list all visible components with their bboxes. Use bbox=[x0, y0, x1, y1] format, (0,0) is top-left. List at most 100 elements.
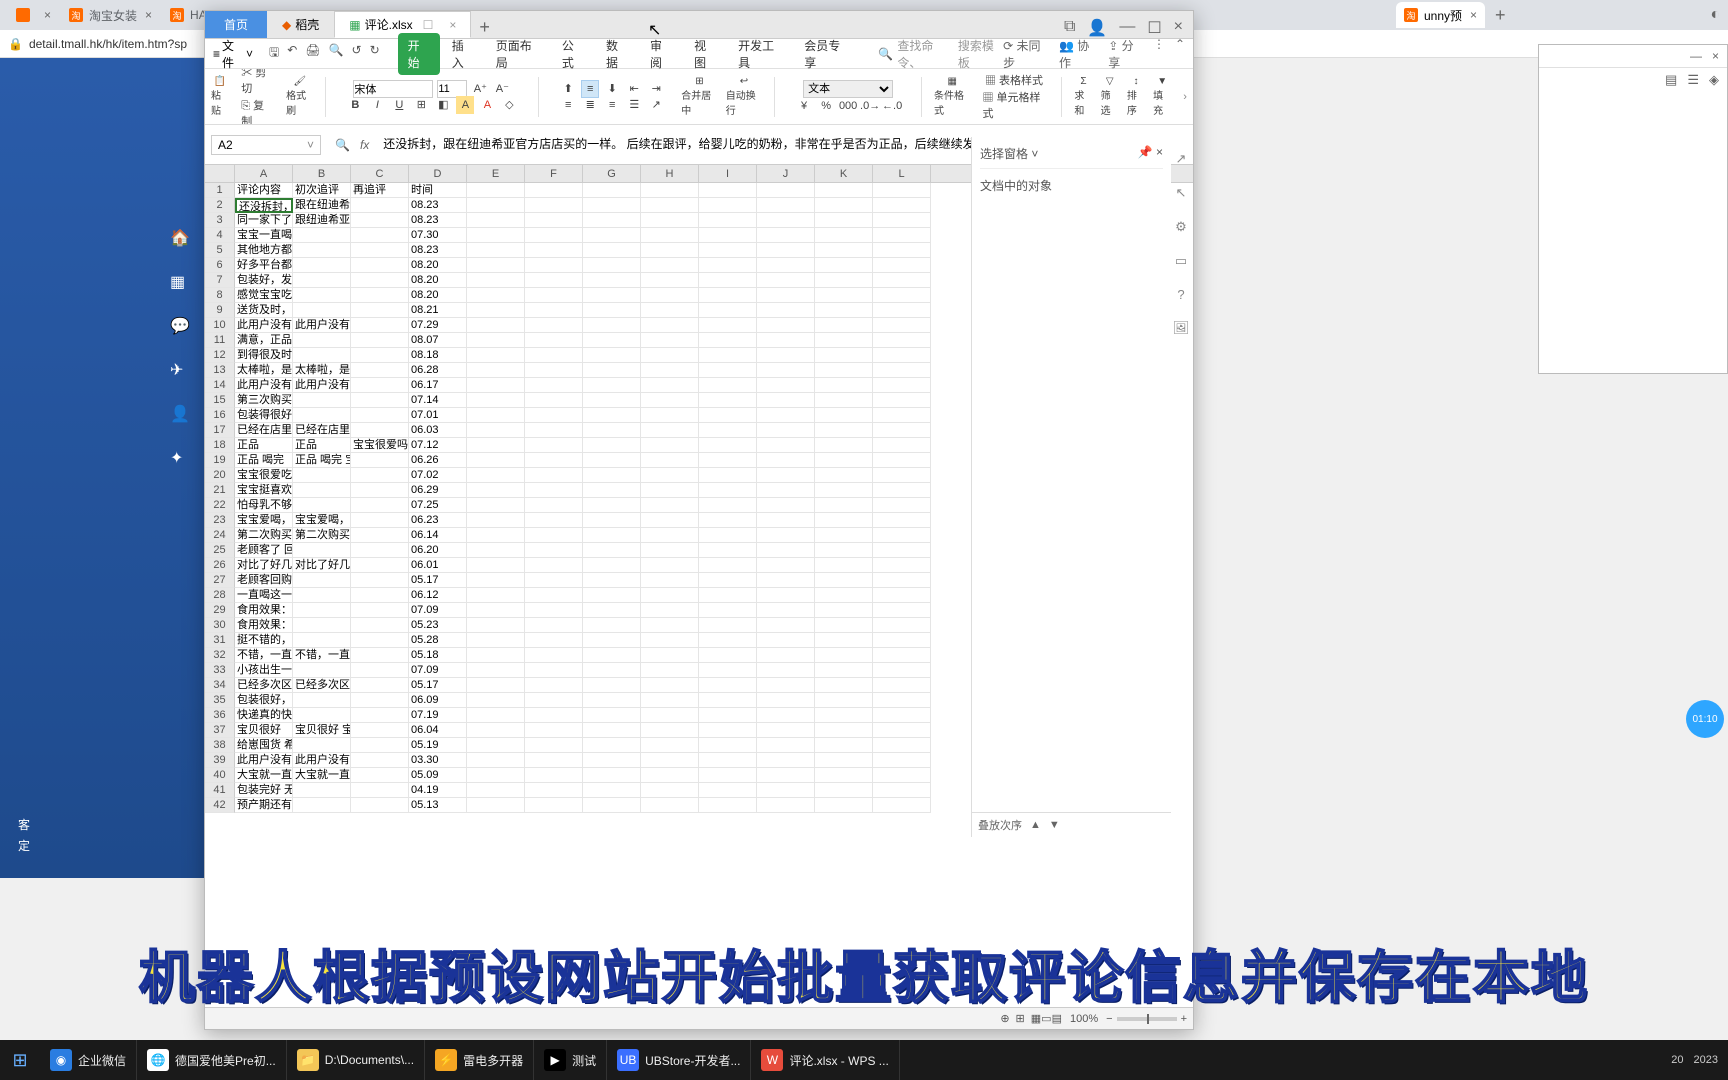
cell[interactable] bbox=[641, 513, 699, 528]
cell[interactable] bbox=[757, 723, 815, 738]
cell[interactable] bbox=[873, 378, 931, 393]
cell[interactable]: 06.03 bbox=[409, 423, 467, 438]
cell[interactable] bbox=[293, 798, 351, 813]
cell[interactable]: 05.18 bbox=[409, 648, 467, 663]
cell[interactable]: 宝贝很好 bbox=[235, 723, 293, 738]
search-placeholder-2[interactable]: 搜索模板 bbox=[958, 37, 1003, 71]
cell[interactable] bbox=[815, 723, 873, 738]
cell[interactable] bbox=[583, 378, 641, 393]
cell[interactable] bbox=[525, 753, 583, 768]
cell[interactable] bbox=[815, 378, 873, 393]
taskbar-item[interactable]: UBUBStore-开发者... bbox=[607, 1040, 751, 1080]
cell[interactable]: 食用效果：宝宝很喜欢吃，已经 bbox=[235, 618, 293, 633]
cell[interactable] bbox=[525, 633, 583, 648]
cell[interactable]: 宝宝挺喜欢吃的。容易消化。挺 bbox=[235, 483, 293, 498]
cell[interactable] bbox=[815, 333, 873, 348]
cell[interactable] bbox=[583, 333, 641, 348]
cell[interactable] bbox=[873, 423, 931, 438]
chrome-profile-icon[interactable]: ◐ bbox=[1710, 6, 1720, 24]
cell[interactable] bbox=[467, 543, 525, 558]
table-style-button[interactable]: ▦ 表格样式 bbox=[985, 72, 1043, 88]
cell[interactable] bbox=[699, 723, 757, 738]
cell[interactable] bbox=[293, 693, 351, 708]
cell[interactable] bbox=[467, 633, 525, 648]
cell[interactable] bbox=[525, 258, 583, 273]
cell[interactable] bbox=[467, 303, 525, 318]
cell[interactable] bbox=[699, 663, 757, 678]
cell[interactable] bbox=[815, 618, 873, 633]
cell[interactable]: 08.20 bbox=[409, 258, 467, 273]
cell[interactable] bbox=[815, 603, 873, 618]
cell[interactable] bbox=[815, 483, 873, 498]
row-header[interactable]: 2 bbox=[205, 198, 235, 213]
wps-tab-home[interactable]: 首页 bbox=[205, 11, 267, 38]
cell[interactable]: 06.14 bbox=[409, 528, 467, 543]
cell[interactable] bbox=[351, 588, 409, 603]
cell[interactable] bbox=[757, 273, 815, 288]
cell[interactable] bbox=[699, 273, 757, 288]
cell[interactable] bbox=[873, 363, 931, 378]
cell[interactable] bbox=[583, 543, 641, 558]
cell[interactable] bbox=[525, 798, 583, 813]
cell[interactable] bbox=[873, 693, 931, 708]
cell[interactable] bbox=[293, 543, 351, 558]
cell[interactable] bbox=[757, 363, 815, 378]
cell[interactable]: 正品 喝完 bbox=[235, 453, 293, 468]
cell[interactable] bbox=[873, 288, 931, 303]
cell[interactable]: 已经在店里这款奶粉宝 bbox=[293, 423, 351, 438]
cell[interactable] bbox=[815, 513, 873, 528]
cell[interactable] bbox=[815, 288, 873, 303]
cell[interactable]: 还没拆封， bbox=[235, 198, 293, 213]
row-header[interactable]: 5 bbox=[205, 243, 235, 258]
cell[interactable] bbox=[815, 663, 873, 678]
cell[interactable] bbox=[467, 573, 525, 588]
cell[interactable] bbox=[467, 513, 525, 528]
cell[interactable] bbox=[525, 663, 583, 678]
cell[interactable] bbox=[757, 498, 815, 513]
cell[interactable] bbox=[583, 423, 641, 438]
header-cell[interactable]: 评论内容 bbox=[235, 183, 293, 198]
row-header[interactable]: 35 bbox=[205, 693, 235, 708]
dec-inc-icon[interactable]: .0→ bbox=[861, 97, 879, 115]
st-image-icon[interactable]: 🖼 bbox=[1173, 320, 1190, 336]
cell[interactable] bbox=[815, 573, 873, 588]
cell[interactable] bbox=[467, 183, 525, 198]
row-header[interactable]: 28 bbox=[205, 588, 235, 603]
cell[interactable] bbox=[583, 258, 641, 273]
cell[interactable]: 正品 bbox=[235, 438, 293, 453]
cell[interactable] bbox=[873, 258, 931, 273]
cell[interactable] bbox=[525, 723, 583, 738]
cell[interactable] bbox=[641, 258, 699, 273]
cell[interactable] bbox=[815, 738, 873, 753]
cell[interactable] bbox=[583, 213, 641, 228]
taskbar-item[interactable]: ⚡雷电多开器 bbox=[425, 1040, 534, 1080]
cell[interactable]: 已经在店里 bbox=[235, 423, 293, 438]
cell[interactable] bbox=[699, 573, 757, 588]
cell[interactable]: 05.13 bbox=[409, 798, 467, 813]
cell[interactable] bbox=[467, 198, 525, 213]
cell[interactable] bbox=[757, 558, 815, 573]
cell[interactable] bbox=[757, 408, 815, 423]
cell[interactable] bbox=[293, 393, 351, 408]
search-placeholder-1[interactable]: 查找命令、 bbox=[897, 37, 954, 71]
ribbon-scroll-icon[interactable]: › bbox=[1183, 91, 1187, 103]
cell[interactable] bbox=[467, 648, 525, 663]
cell[interactable] bbox=[815, 783, 873, 798]
cell[interactable]: 快递真的快，买来备用，还没生 bbox=[235, 708, 293, 723]
cell[interactable] bbox=[641, 693, 699, 708]
cell[interactable] bbox=[467, 378, 525, 393]
cell[interactable] bbox=[525, 588, 583, 603]
cell[interactable] bbox=[699, 288, 757, 303]
cell[interactable] bbox=[525, 273, 583, 288]
cell[interactable] bbox=[351, 573, 409, 588]
row-header[interactable]: 30 bbox=[205, 618, 235, 633]
taskbar-item[interactable]: ◉企业微信 bbox=[40, 1040, 137, 1080]
cell[interactable] bbox=[351, 633, 409, 648]
cell[interactable] bbox=[293, 333, 351, 348]
cell[interactable]: 大宝就一直 bbox=[235, 768, 293, 783]
col-header[interactable]: L bbox=[873, 165, 931, 182]
cell[interactable] bbox=[641, 603, 699, 618]
cell[interactable] bbox=[757, 768, 815, 783]
st-cursor-icon[interactable]: ↖ bbox=[1176, 185, 1187, 201]
cell[interactable] bbox=[641, 228, 699, 243]
